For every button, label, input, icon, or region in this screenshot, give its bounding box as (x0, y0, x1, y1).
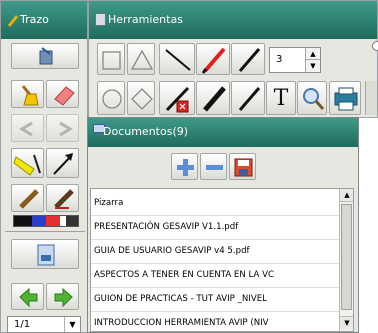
rectangle-icon (102, 51, 121, 70)
red-swatch[interactable] (46, 216, 60, 226)
black-pen-button[interactable] (231, 43, 265, 75)
zoom-button[interactable] (297, 81, 327, 115)
chevron-down-icon[interactable]: ▼ (64, 317, 80, 332)
pencil-icon (7, 14, 19, 31)
scroll-up-icon[interactable]: ▲ (340, 189, 353, 202)
pencil-tool-icon (19, 189, 39, 209)
ellipse-icon (102, 89, 122, 109)
document-list: Pizarra PRESENTACIÓN GESAVIP V1.1.pdf GU… (90, 188, 354, 332)
herramientas-title: Herramientas (108, 13, 183, 26)
broom-button[interactable] (11, 80, 44, 108)
document-list-item[interactable]: GUION DE PRACTICAS - TUT AVIP _NIVEL (91, 288, 340, 312)
black-swatch[interactable] (14, 216, 32, 226)
color-palette[interactable] (13, 215, 79, 227)
highlighter-button[interactable] (11, 148, 44, 178)
delete-pen-icon (165, 86, 190, 113)
herramientas-header: Herramientas (89, 1, 377, 39)
eraser-button[interactable] (46, 80, 79, 108)
documentos-header: Documentos(9) (88, 118, 358, 147)
red-pen-button[interactable] (196, 43, 230, 75)
fine-pen-icon (238, 87, 261, 111)
diamond-icon (131, 88, 153, 110)
documentos-panel: Documentos(9) Pizarra PRESENTACIÓN GESAV… (87, 117, 359, 333)
text-tool-button[interactable]: T (266, 81, 296, 115)
herramientas-panel: Herramientas 3 ▲ ▼ T (88, 0, 378, 118)
triangle-icon (130, 49, 154, 70)
color-dot-icon[interactable] (372, 41, 378, 51)
remove-document-button[interactable] (200, 153, 227, 180)
trazo-title: Trazo (20, 13, 49, 26)
broom-icon (21, 85, 39, 106)
marker-icon (54, 189, 74, 209)
previous-page-button[interactable] (11, 283, 44, 310)
minus-icon (206, 165, 223, 170)
fine-pen-button[interactable] (231, 81, 265, 115)
marker-button[interactable] (46, 184, 79, 212)
diamond-tool-button[interactable] (127, 81, 155, 115)
document-list-item[interactable]: GUIA DE USUARIO GESAVIP v4 5.pdf (91, 240, 340, 264)
stepper-down-icon[interactable]: ▼ (305, 60, 320, 72)
trazo-panel: Trazo 1/1 ▼ (0, 0, 88, 333)
magnifier-icon (303, 88, 325, 110)
divider (5, 231, 85, 232)
bucket-icon (39, 47, 53, 65)
pencil-button[interactable] (11, 184, 44, 212)
palette-dropdown-icon[interactable] (66, 216, 78, 226)
add-document-button[interactable] (171, 153, 198, 180)
thick-marker-button[interactable] (196, 81, 230, 115)
next-page-button[interactable] (46, 283, 79, 310)
arrow-line-button[interactable] (46, 148, 79, 178)
document-list-item[interactable]: PRESENTACIÓN GESAVIP V1.1.pdf (91, 216, 340, 240)
stepper-up-icon[interactable]: ▲ (305, 48, 320, 60)
delete-line-button[interactable] (159, 81, 195, 115)
document-list-item[interactable]: Pizarra (91, 192, 340, 216)
undo-icon (19, 121, 33, 137)
document-icon (37, 244, 55, 266)
text-tool-icon: T (273, 85, 289, 111)
black-pen-icon (238, 48, 261, 72)
blue-swatch[interactable] (32, 216, 46, 226)
redo-button[interactable] (46, 114, 79, 142)
eraser-icon (54, 86, 75, 106)
tools-icon (95, 13, 106, 26)
page-value: 1/1 (14, 319, 31, 330)
red-pen-icon (201, 47, 226, 74)
tools-scroll-stub (365, 81, 377, 115)
ellipse-tool-button[interactable] (97, 81, 125, 115)
thick-marker-icon (203, 86, 226, 112)
floppy-disk-icon (234, 158, 253, 177)
document-button[interactable] (11, 239, 79, 269)
documentos-title: Documentos(9) (103, 125, 189, 138)
scroll-down-icon[interactable]: ▼ (340, 316, 353, 329)
save-document-button[interactable] (229, 153, 256, 180)
arrow-right-icon (54, 287, 73, 308)
trazo-header: Trazo (1, 1, 87, 39)
line-tool-button[interactable] (159, 43, 195, 75)
print-button[interactable] (329, 81, 361, 115)
page-select[interactable]: 1/1 ▼ (7, 316, 81, 333)
printer-icon (334, 87, 358, 111)
undo-button[interactable] (11, 114, 44, 142)
document-list-item[interactable]: INTRODUCCION HERRAMIENTA AVIP (NIV (91, 312, 340, 331)
arrow-icon (53, 153, 73, 175)
thickness-value: 3 (276, 54, 283, 65)
triangle-tool-button[interactable] (127, 43, 155, 75)
document-list-item[interactable]: ASPECTOS A TENER EN CUENTA EN LA VC (91, 264, 340, 288)
stroke-tool-button[interactable] (11, 43, 79, 69)
redo-icon (59, 121, 73, 137)
arrow-left-icon (19, 287, 38, 308)
thickness-stepper[interactable]: 3 ▲ ▼ (269, 47, 321, 73)
diagonal-line-icon (165, 49, 191, 71)
rectangle-tool-button[interactable] (97, 43, 125, 75)
scroll-thumb[interactable] (341, 204, 352, 310)
list-scrollbar[interactable]: ▲ ▼ (339, 189, 353, 331)
highlighter-icon (13, 154, 41, 176)
plus-icon (177, 159, 194, 176)
